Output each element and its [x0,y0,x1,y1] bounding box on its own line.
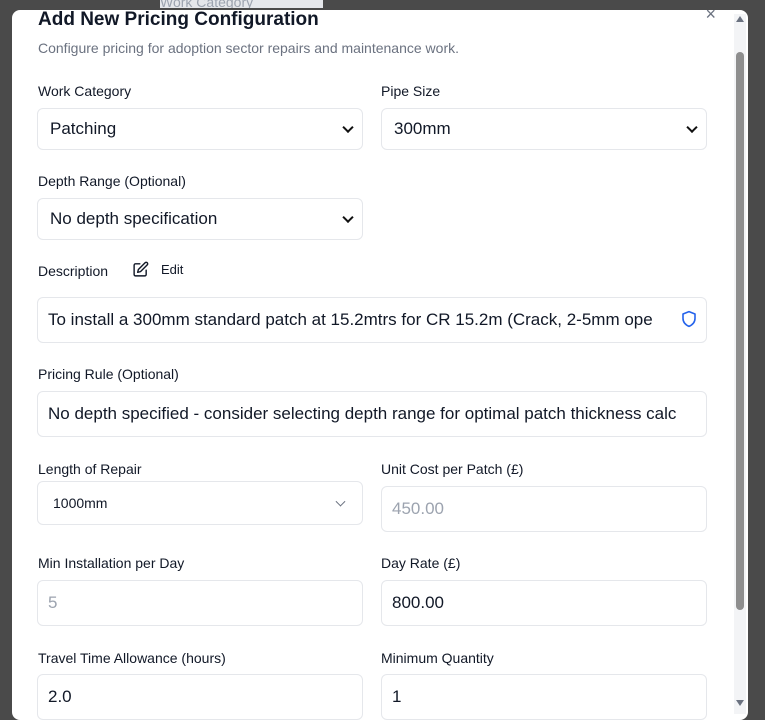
description-label: Description [38,263,109,279]
min-installation-label: Min Installation per Day [38,555,185,571]
description-edit-button[interactable]: Edit [132,261,183,278]
unit-cost-input[interactable]: 450.00 [381,486,707,532]
backdrop-work-category-label: Work Category [160,0,324,8]
pencil-square-icon [133,261,149,277]
chevron-down-icon [686,121,698,134]
unit-cost-label: Unit Cost per Patch (£) [381,461,524,477]
dialog-subtitle: Configure pricing for adoption sector re… [38,40,460,56]
work-category-label: Work Category [38,83,132,99]
description-input[interactable]: To install a 300mm standard patch at 15.… [37,297,707,343]
min-installation-input[interactable]: 5 [37,580,363,626]
scroll-up-arrow-icon[interactable] [736,16,744,22]
pricing-config-dialog: × Add New Pricing Configuration Configur… [12,10,748,720]
day-rate-input[interactable]: 800.00 [381,580,707,626]
edit-label: Edit [161,262,184,277]
depth-range-select[interactable]: No depth specification [37,198,363,240]
travel-time-input[interactable]: 2.0 [37,674,363,720]
minimum-quantity-input[interactable]: 1 [381,674,707,720]
day-rate-label: Day Rate (£) [381,555,461,571]
scrollbar[interactable] [734,14,746,714]
shield-icon[interactable] [681,310,697,328]
chevron-down-icon [335,496,346,507]
minimum-quantity-label: Minimum Quantity [381,650,494,666]
length-of-repair-label: Length of Repair [38,461,142,477]
scrollbar-thumb[interactable] [736,52,744,610]
pricing-rule-label: Pricing Rule (Optional) [38,366,179,382]
close-icon[interactable]: × [705,10,716,25]
chevron-down-icon [342,121,354,134]
depth-range-label: Depth Range (Optional) [38,173,186,189]
pipe-size-select[interactable]: 300mm [381,108,707,150]
dialog-title: Add New Pricing Configuration [38,10,319,30]
work-category-select[interactable]: Patching [37,108,363,150]
pricing-rule-input[interactable]: No depth specified - consider selecting … [37,391,707,437]
travel-time-label: Travel Time Allowance (hours) [38,650,226,666]
length-of-repair-combobox[interactable]: 1000mm [37,481,363,525]
pipe-size-label: Pipe Size [381,83,441,99]
chevron-down-icon [342,211,354,224]
scroll-down-arrow-icon[interactable] [736,700,744,706]
